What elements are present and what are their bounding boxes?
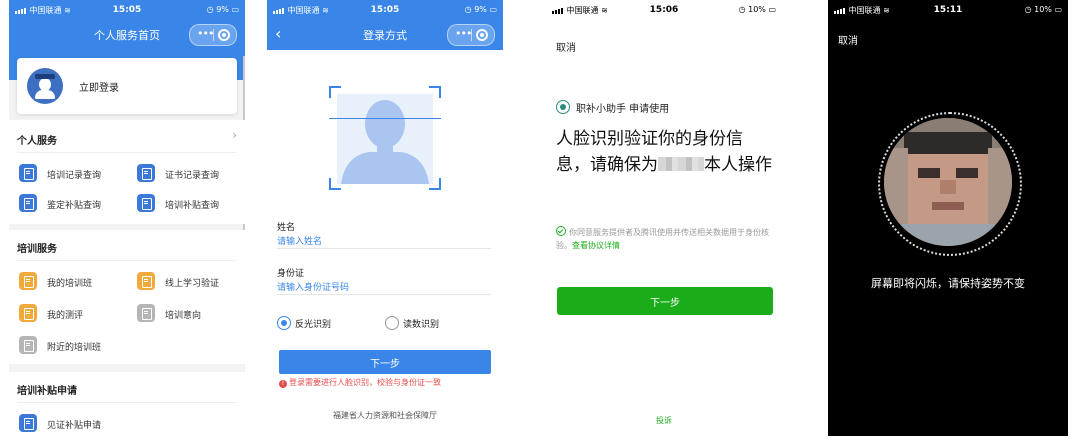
- next-button[interactable]: 下一步: [557, 287, 773, 315]
- nav-bar: ‹ 登录方式 •••: [267, 18, 503, 50]
- id-number-input[interactable]: 请输入身份证号码: [277, 280, 491, 295]
- battery-label: 9%: [474, 5, 487, 14]
- section-title: 培训补贴申请: [17, 386, 77, 397]
- battery-icon: ▭: [1054, 5, 1062, 14]
- camera-screen: 中国联通 ≋ 15:11 ◷ 10% ▭ 取消 屏幕即将闪烁，请保持姿势不变: [828, 0, 1068, 436]
- battery-label: 10%: [1034, 5, 1052, 14]
- online-verify-icon: [137, 272, 155, 290]
- chevron-right-icon[interactable]: ›: [232, 128, 237, 142]
- training-intent-icon: [137, 304, 155, 322]
- radio-read-label[interactable]: 读数识别: [403, 317, 439, 330]
- radio-read[interactable]: [385, 316, 399, 330]
- section-title: 培训服务: [17, 244, 57, 255]
- name-input[interactable]: 请输入姓名: [277, 234, 491, 249]
- training-service-section: 培训服务 我的培训班 线上学习验证 我的测评 培训意向 附近的培训班: [9, 230, 245, 364]
- scan-line: [329, 118, 441, 119]
- alarm-icon: ◷: [206, 5, 214, 14]
- certificate-record-icon: [137, 164, 155, 182]
- name-label: 姓名: [277, 223, 296, 233]
- pixelated-face-preview: [884, 118, 1012, 246]
- scan-corner: [429, 178, 441, 190]
- my-class-icon: [19, 272, 37, 290]
- battery-label: 9%: [216, 5, 229, 14]
- training-subsidy-icon: [137, 194, 155, 212]
- masked-name: [658, 157, 704, 171]
- subsidy-apply-section: 培训补贴申请 见证补贴申请: [9, 372, 245, 436]
- mini-program-capsule[interactable]: •••: [189, 24, 237, 46]
- consent-notice: 你同意服务提供者及腾讯使用并传送相关数据用于身份核验。查看协议详情: [556, 226, 772, 252]
- face-scan-illustration: [329, 86, 441, 190]
- my-assessment-icon: [19, 304, 37, 322]
- battery-icon: ▭: [768, 5, 776, 14]
- more-icon[interactable]: •••: [197, 27, 214, 40]
- checkmark-icon[interactable]: [556, 226, 566, 236]
- alarm-icon: ◷: [464, 5, 472, 14]
- appraisal-subsidy-icon: [19, 194, 37, 212]
- agreement-link[interactable]: 查看协议详情: [572, 241, 620, 250]
- more-icon[interactable]: •••: [455, 27, 472, 40]
- battery-icon: ▭: [489, 5, 497, 14]
- warning-text: 登录需要进行人脸识别，校验与身份证一致: [289, 378, 441, 387]
- cancel-button[interactable]: 取消: [556, 39, 576, 54]
- close-target-icon[interactable]: [476, 29, 488, 41]
- personal-service-section: 个人服务 › 培训记录查询 证书记录查询 鉴定补贴查询 培训补贴查询: [9, 120, 245, 224]
- avatar: [27, 68, 63, 104]
- witness-subsidy-icon: [19, 414, 37, 432]
- auth-screen: 中国联通 ≋ 15:06 ◷ 10% ▭ 取消 职补小助手 申请使用 人脸识别验…: [546, 0, 782, 436]
- login-label: 立即登录: [79, 83, 119, 94]
- app-request-line: 职补小助手 申请使用: [556, 100, 669, 115]
- app-request-text: 职补小助手 申请使用: [576, 104, 670, 115]
- hold-still-message: 屏幕即将闪烁，请保持姿势不变: [871, 277, 1025, 290]
- battery-icon: ▭: [231, 5, 239, 14]
- warning-message: ! 登录需要进行人脸识别，校验与身份证一致: [279, 377, 441, 388]
- id-label: 身份证: [277, 269, 305, 279]
- person-silhouette-icon: [337, 94, 433, 184]
- scan-corner: [429, 86, 441, 98]
- status-bar: 中国联通 ≋ 15:05 ◷ 9% ▭: [9, 0, 245, 18]
- radio-reflect[interactable]: [277, 316, 291, 330]
- radio-reflect-label[interactable]: 反光识别: [295, 317, 331, 330]
- nearby-class-icon: [19, 336, 37, 354]
- alarm-icon: ◷: [1024, 5, 1032, 14]
- nav-bar: 个人服务首页 •••: [9, 18, 245, 50]
- warning-icon: !: [279, 380, 287, 388]
- verification-headline: 人脸识别验证你的身份信息，请确保为 本人操作: [556, 129, 772, 175]
- graduate-cap-icon: [35, 74, 55, 79]
- scan-corner: [329, 178, 341, 190]
- alarm-icon: ◷: [738, 5, 746, 14]
- section-title: 个人服务: [17, 136, 57, 147]
- cancel-button[interactable]: 取消: [838, 32, 858, 47]
- login-card[interactable]: 立即登录: [17, 58, 237, 114]
- app-logo-icon: [556, 100, 570, 114]
- battery-label: 10%: [748, 5, 766, 14]
- status-bar: 中国联通 ≋ 15:06 ◷ 10% ▭: [546, 0, 782, 18]
- scan-corner: [329, 86, 341, 98]
- next-button[interactable]: 下一步: [279, 350, 491, 374]
- status-bar: 中国联通 ≋ 15:05 ◷ 9% ▭: [267, 0, 503, 18]
- close-target-icon[interactable]: [218, 29, 230, 41]
- training-record-icon: [19, 164, 37, 182]
- footer-org: 福建省人力资源和社会保障厅: [333, 411, 437, 420]
- login-screen: 中国联通 ≋ 15:05 ◷ 9% ▭ ‹ 登录方式 ••• 姓名 请输入姓名 …: [267, 0, 503, 436]
- status-bar: 中国联通 ≋ 15:11 ◷ 10% ▭: [828, 0, 1068, 18]
- complaint-link[interactable]: 投诉: [546, 415, 782, 426]
- mini-program-capsule[interactable]: •••: [447, 24, 495, 46]
- home-screen: 中国联通 ≋ 15:05 ◷ 9% ▭ 个人服务首页 ••• 立即登录 个人服务…: [9, 0, 245, 436]
